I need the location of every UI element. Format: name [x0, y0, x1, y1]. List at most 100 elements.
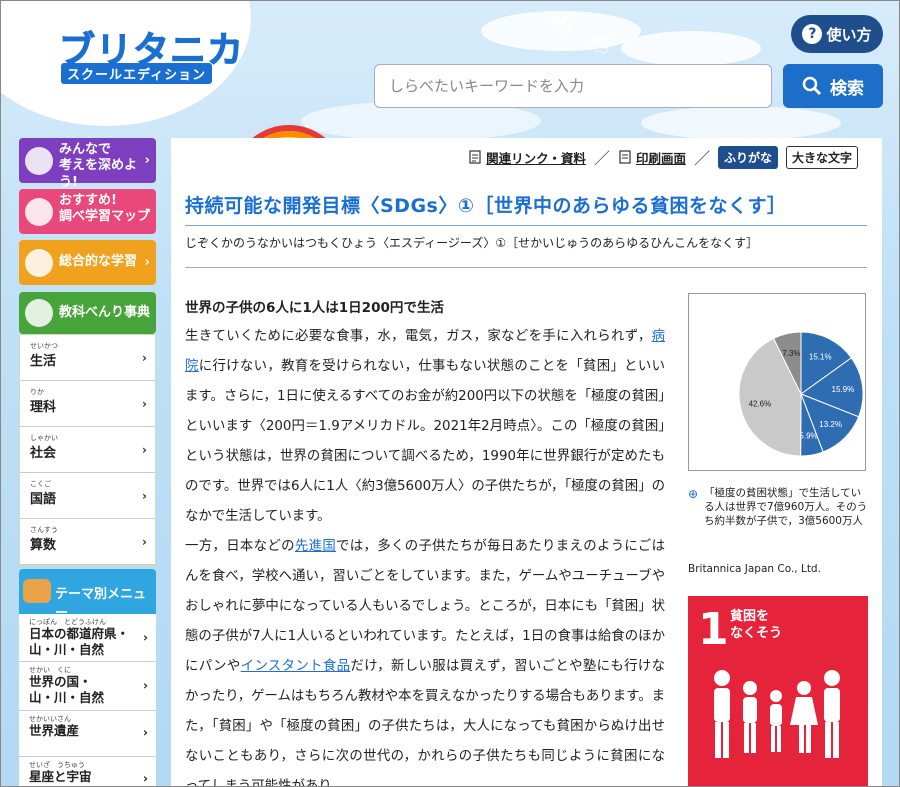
chevron-right-icon: › — [143, 678, 148, 693]
subject-label: 理科 — [30, 400, 57, 415]
print-view-label: 印刷画面 — [635, 150, 686, 166]
document-icon — [619, 150, 631, 164]
divider: ／ — [593, 149, 610, 168]
logo-subtitle: スクールエディション — [61, 63, 213, 84]
sidebar-button-line: 考えを深めよう! — [59, 158, 138, 190]
figure-caption: ⊕ 「極度の貧困状態」で生活している人は世界で7億960万人。そのうち約半数が子… — [688, 486, 868, 528]
sidebar-button-line: 調べ学習マップ — [59, 209, 151, 225]
sidebar-button-line: 教科べんり事典 — [59, 305, 151, 320]
sdg-number: 1 — [698, 604, 729, 655]
cloud — [641, 106, 841, 140]
zoom-icon[interactable]: ⊕ — [688, 487, 698, 501]
search-button-label: 検索 — [830, 78, 864, 99]
sidebar-button-line: みんなで — [59, 142, 112, 157]
paragraph: 生きていくために必要な食事，水，電気，ガス，家などを手に入れられず，病院に行けな… — [185, 322, 665, 532]
ruby-text: せかいいさん — [29, 714, 71, 723]
subject-label: 社会 — [30, 446, 57, 461]
ruby-text: せいざ うちゅう — [29, 760, 85, 769]
pie-slice-label: 5.9% — [799, 431, 817, 440]
main-panel: 関連リンク・資料 ／ 印刷画面 ／ ふりがな 大きな文字 持続可能な開発目標〈S… — [171, 138, 882, 787]
theme-item-label: 山・川・自然 — [29, 689, 105, 705]
theme-list: にっぽん とどうふけん 日本の都道府県・ 山・川・自然 › せかい くに 世界の… — [19, 614, 156, 787]
theme-item-label: 世界遺産 — [29, 722, 80, 738]
theme-item-world-heritage[interactable]: せかいいさん 世界遺産 › — [19, 711, 156, 757]
help-label: 使い方 — [826, 25, 872, 44]
page-frame: ブリタニカ スクールエディション 🕊 🕊 ? 使い方 検索 みんなで 考えを深め… — [0, 0, 900, 787]
sidebar-item-sansu[interactable]: さんすう 算数 › — [20, 519, 155, 565]
book-icon — [25, 197, 53, 226]
pie-chart: 15.1% 15.9% 13.2%5.9% 42.6% 7.3% — [738, 331, 864, 457]
sidebar-integrated-study-button[interactable]: 総合的な学習 › — [19, 240, 156, 285]
sidebar-button-line: 総合的な学習 — [59, 254, 138, 269]
subject-label: 算数 — [30, 538, 57, 553]
search-button[interactable]: 検索 — [783, 64, 883, 108]
section-heading: 世界の子供の6人に1人は1日200円で生活 — [185, 300, 444, 316]
chevron-right-icon: › — [142, 534, 147, 549]
theme-item-stars-space[interactable]: せいざ うちゅう 星座と宇宙 › — [19, 757, 156, 787]
document-icon — [469, 150, 481, 164]
related-links-link[interactable]: 関連リンク・資料 — [468, 148, 586, 167]
sidebar-item-rika[interactable]: りか 理科 › — [20, 381, 155, 427]
theme-item-japan-prefectures[interactable]: にっぽん とどうふけん 日本の都道府県・ 山・川・自然 › — [19, 614, 156, 663]
chevron-right-icon: › — [142, 350, 147, 365]
sidebar-subject-dictionary-header: 教科べんり事典 — [19, 292, 156, 334]
theme-item-label: 日本の都道府県・ — [29, 626, 130, 641]
text-run: 生きていくために必要な食事，水，電気，ガス，家などを手に入れられず， — [185, 329, 652, 344]
chevron-right-icon: › — [142, 442, 147, 457]
theme-item-label: 山・川・自然 — [29, 641, 105, 657]
chevron-right-icon: › — [144, 203, 150, 219]
sidebar-item-shakai[interactable]: しゃかい 社会 › — [20, 427, 155, 473]
chevron-right-icon: › — [144, 254, 150, 270]
print-view-link[interactable]: 印刷画面 — [618, 148, 686, 167]
chevron-right-icon: › — [143, 771, 148, 786]
sidebar-button-line: おすすめ! — [59, 193, 117, 208]
paragraph: 一方，日本などの先進国では，多くの子供たちが毎日あたりまえのようにごはんを食べ，… — [185, 532, 666, 787]
subject-label: 生活 — [30, 354, 57, 369]
image-credit: Britannica Japan Co., Ltd. — [688, 563, 821, 575]
text-run: に行けない，教育を受けられない，仕事もない状態のことを「貧困」といいます。さらに… — [185, 359, 666, 524]
section-divider — [185, 267, 867, 268]
article-toolbar: 関連リンク・資料 ／ 印刷画面 ／ ふりがな 大きな文字 — [468, 145, 858, 169]
pie-slice-label: 7.3% — [782, 349, 800, 358]
bird-icon: 🕊 — [589, 35, 612, 56]
furigana-toggle[interactable]: ふりがな — [717, 145, 778, 169]
bird-icon: 🕊 — [549, 15, 577, 40]
sdg-label-line: なくそう — [730, 626, 783, 641]
page-title-kana: じぞくかのうなかいはつもくひょう〈エスディージーズ〉①［せかいじゅうのあらゆるひ… — [185, 236, 759, 250]
ruby-text: りか — [30, 388, 44, 396]
figure-caption-text: 「極度の貧困状態」で生活している人は世界で7億960万人。そのうち約半数が子供で… — [704, 487, 868, 527]
subject-list: せいかつ 生活 › りか 理科 › しゃかい 社会 › こくご 国語 › さんす… — [19, 334, 156, 566]
chevron-right-icon: › — [144, 152, 150, 168]
sidebar-item-kokugo[interactable]: こくご 国語 › — [20, 473, 155, 519]
sdg-goal-1-image[interactable]: 1 貧困を なくそう — [688, 596, 868, 786]
large-text-toggle[interactable]: 大きな文字 — [785, 145, 858, 169]
text-run: では，多くの子供たちが毎日あたりまえのようにごはんを食べ，学校へ通い，習いごとを… — [185, 539, 666, 674]
sidebar-discuss-button[interactable]: みんなで 考えを深めよう! › — [19, 138, 156, 190]
sidebar-research-map-button[interactable]: おすすめ! 調べ学習マップ › — [19, 189, 156, 234]
chevron-right-icon: › — [142, 488, 147, 503]
developed-countries-link[interactable]: 先進国 — [295, 539, 336, 554]
chevron-right-icon: › — [142, 396, 147, 411]
cloud — [621, 31, 761, 66]
sdg-label-line: 貧困を — [730, 609, 770, 624]
ruby-text: せかい くに — [29, 666, 71, 675]
pie-slice-label: 42.6% — [749, 399, 772, 408]
theme-menu-header: テーマ別メニュー — [19, 569, 156, 621]
chevron-right-icon: › — [143, 630, 148, 645]
instant-food-link[interactable]: インスタント食品 — [241, 659, 351, 674]
ruby-text: せいかつ — [30, 342, 58, 350]
sidebar-item-seikatsu[interactable]: せいかつ 生活 › — [20, 335, 155, 381]
subject-label: 国語 — [30, 492, 57, 507]
text-run: だけ，新しい服は買えず，習いごとや塾にも行けなかったり，ゲームはもちろん教材や本… — [185, 659, 666, 787]
search-icon — [802, 76, 822, 96]
search-input[interactable] — [374, 64, 772, 108]
family-icon — [714, 670, 840, 758]
help-button[interactable]: ? 使い方 — [791, 15, 883, 53]
microscope-icon — [25, 299, 53, 327]
ruby-text: さんすう — [30, 526, 58, 534]
title-divider — [185, 225, 867, 226]
pie-slice-label: 13.2% — [819, 420, 842, 429]
lion-icon — [23, 579, 51, 603]
theme-item-world-countries[interactable]: せかい くに 世界の国・ 山・川・自然 › — [19, 662, 156, 711]
poverty-chart-thumbnail[interactable]: 15.1% 15.9% 13.2% 5.9% 42.6% 7.3% — [688, 293, 866, 471]
